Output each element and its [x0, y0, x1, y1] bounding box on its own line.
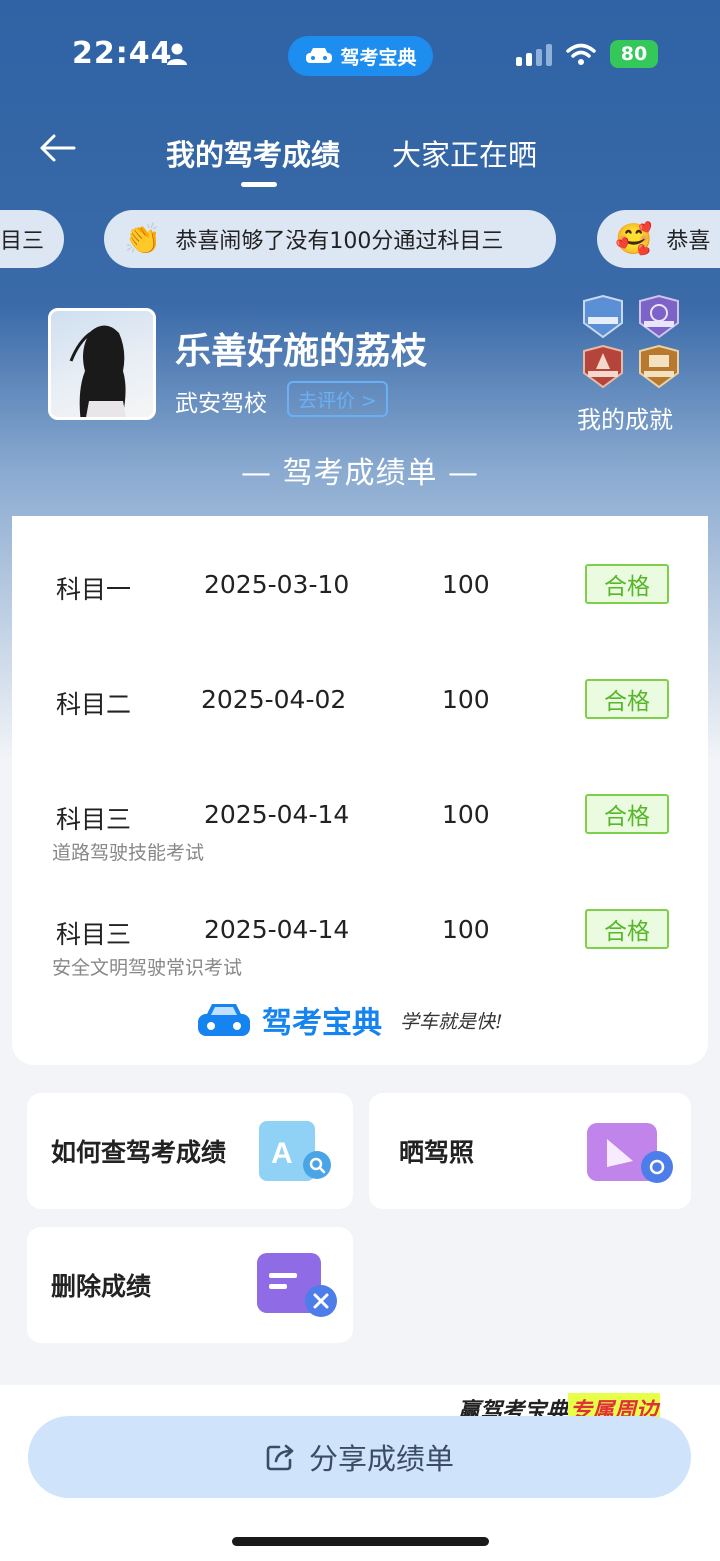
score-row: 科目三 2025-04-14 100 合格 安全文明驾驶常识考试 [12, 891, 708, 979]
badge-subject-three-icon [583, 345, 623, 389]
action-label: 如何查驾考成绩 [51, 1138, 227, 1167]
app-name: 驾考宝典 [340, 46, 417, 69]
battery-icon: 80 [610, 40, 658, 68]
home-indicator[interactable] [232, 1537, 489, 1546]
share-license-card[interactable]: 晒驾照 [369, 1093, 691, 1209]
rate-school-button[interactable]: 去评价 > [287, 381, 388, 417]
status-time: 22:44 [72, 36, 173, 71]
ticker-text: 目三 [0, 229, 45, 254]
badge-subject-one-icon [583, 295, 623, 339]
person-icon [167, 43, 187, 65]
pass-status-badge: 合格 [585, 794, 669, 834]
battery-level: 80 [620, 43, 648, 65]
score-value: 100 [442, 800, 490, 829]
ticker-chip[interactable]: 目三 [0, 210, 64, 268]
svg-text:A: A [271, 1137, 293, 1170]
clapping-hands-icon: 👏 [124, 221, 162, 257]
score-subject: 科目一 [56, 575, 132, 604]
score-value: 100 [442, 685, 490, 714]
badge-subject-four-icon [639, 345, 679, 389]
pass-status-badge: 合格 [585, 909, 669, 949]
app-return-pill[interactable]: 驾考宝典 [288, 36, 433, 76]
ticker-text: 恭喜 [666, 229, 711, 254]
ticker-text: 恭喜闹够了没有100分通过科目三 [175, 229, 504, 254]
avatar[interactable] [48, 308, 156, 420]
score-date: 2025-04-14 [204, 800, 350, 829]
ticker-chip[interactable]: 👏 恭喜闹够了没有100分通过科目三 [104, 210, 556, 268]
wifi-icon [566, 43, 596, 65]
ticker-chip[interactable]: 🥰 恭喜 [597, 210, 720, 268]
car-icon [306, 48, 333, 63]
score-sheet-card: 科目一 2025-03-10 100 合格 科目二 2025-04-02 100… [12, 516, 708, 1065]
top-navigation: 我的驾考成绩 大家正在晒 [0, 120, 720, 200]
photo-camera-icon [587, 1123, 673, 1183]
share-score-sheet-button[interactable]: 分享成绩单 [28, 1416, 691, 1498]
badge-subject-two-icon [639, 295, 679, 339]
brand-name: 驾考宝典 [262, 1006, 382, 1041]
score-subject: 科目三 [56, 805, 132, 834]
username: 乐善好施的荔枝 [175, 331, 428, 372]
score-subject: 科目三 [56, 920, 132, 949]
search-document-icon: A [259, 1121, 331, 1181]
brand-slogan: 学车就是快! [400, 1010, 503, 1033]
driving-school: 武安驾校 [175, 391, 267, 417]
delete-record-icon [257, 1253, 337, 1317]
score-row: 科目二 2025-04-02 100 合格 [12, 661, 708, 741]
score-value: 100 [442, 915, 490, 944]
delete-scores-card[interactable]: 删除成绩 [27, 1227, 353, 1343]
score-row: 科目三 2025-04-14 100 合格 道路驾驶技能考试 [12, 776, 708, 864]
score-row: 科目一 2025-03-10 100 合格 [12, 546, 708, 626]
action-label: 晒驾照 [399, 1138, 475, 1167]
exam-type-note: 道路驾驶技能考试 [52, 842, 205, 864]
achievement-badges[interactable] [578, 295, 688, 390]
avatar-photo [69, 325, 126, 417]
congrats-ticker: 目三 👏 恭喜闹够了没有100分通过科目三 🥰 恭喜 [0, 210, 720, 270]
car-logo-icon [198, 1004, 250, 1036]
pass-status-badge: 合格 [585, 564, 669, 604]
share-button-label: 分享成绩单 [308, 1442, 454, 1476]
back-arrow-icon[interactable] [36, 130, 80, 166]
score-date: 2025-04-02 [201, 685, 347, 714]
score-value: 100 [442, 570, 490, 599]
pass-status-badge: 合格 [585, 679, 669, 719]
tab-community-sharing[interactable]: 大家正在晒 [392, 132, 537, 174]
signal-icon [516, 44, 552, 66]
score-sheet-title: — 驾考成绩单 — [240, 456, 480, 491]
status-bar: 22:44 驾考宝典 80 [0, 30, 720, 80]
how-to-check-scores-card[interactable]: 如何查驾考成绩 A [27, 1093, 353, 1209]
share-icon [266, 1444, 294, 1471]
my-achievements-label[interactable]: 我的成就 [577, 400, 673, 435]
active-tab-indicator [241, 182, 277, 187]
score-subject: 科目二 [56, 690, 132, 719]
tab-my-scores[interactable]: 我的驾考成绩 [166, 132, 340, 174]
exam-type-note: 安全文明驾驶常识考试 [52, 957, 243, 979]
action-label: 删除成绩 [51, 1272, 152, 1301]
brand-logo: 驾考宝典 学车就是快! [196, 996, 503, 1044]
score-date: 2025-03-10 [204, 570, 350, 599]
smiling-hearts-icon: 🥰 [615, 221, 653, 257]
score-date: 2025-04-14 [204, 915, 350, 944]
